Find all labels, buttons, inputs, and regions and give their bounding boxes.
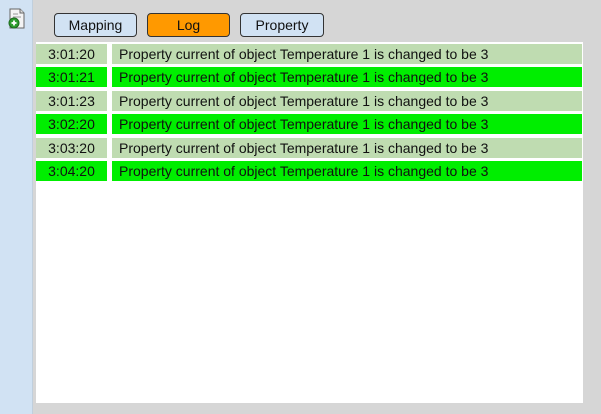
- log-message: Property current of object Temperature 1…: [112, 44, 582, 64]
- log-message: Property current of object Temperature 1…: [112, 91, 582, 111]
- log-message: Property current of object Temperature 1…: [112, 67, 582, 87]
- log-time: 3:02:20: [36, 114, 107, 134]
- log-time: 3:01:21: [36, 67, 107, 87]
- log-time: 3:04:20: [36, 161, 107, 181]
- tab-property[interactable]: Property: [240, 13, 324, 37]
- sidebar: [0, 0, 33, 414]
- log-time: 3:01:20: [36, 44, 107, 64]
- log-time: 3:01:23: [36, 91, 107, 111]
- log-row: 3:01:23 Property current of object Tempe…: [36, 91, 583, 111]
- tab-mapping-label: Mapping: [68, 17, 123, 33]
- add-document-icon[interactable]: [7, 8, 27, 30]
- tab-mapping[interactable]: Mapping: [54, 13, 137, 37]
- tab-log[interactable]: Log: [147, 13, 230, 37]
- log-row: 3:02:20 Property current of object Tempe…: [36, 114, 583, 134]
- log-message: Property current of object Temperature 1…: [112, 138, 582, 158]
- log-row: 3:01:21 Property current of object Tempe…: [36, 67, 583, 87]
- log-row: 3:01:20 Property current of object Tempe…: [36, 44, 583, 64]
- log-message: Property current of object Temperature 1…: [112, 161, 582, 181]
- log-time: 3:03:20: [36, 138, 107, 158]
- log-row: 3:04:20 Property current of object Tempe…: [36, 161, 583, 181]
- tab-log-label: Log: [176, 17, 201, 33]
- tab-property-label: Property: [255, 17, 309, 33]
- log-message: Property current of object Temperature 1…: [112, 114, 582, 134]
- log-panel: 3:01:20 Property current of object Tempe…: [36, 42, 583, 403]
- log-row: 3:03:20 Property current of object Tempe…: [36, 138, 583, 158]
